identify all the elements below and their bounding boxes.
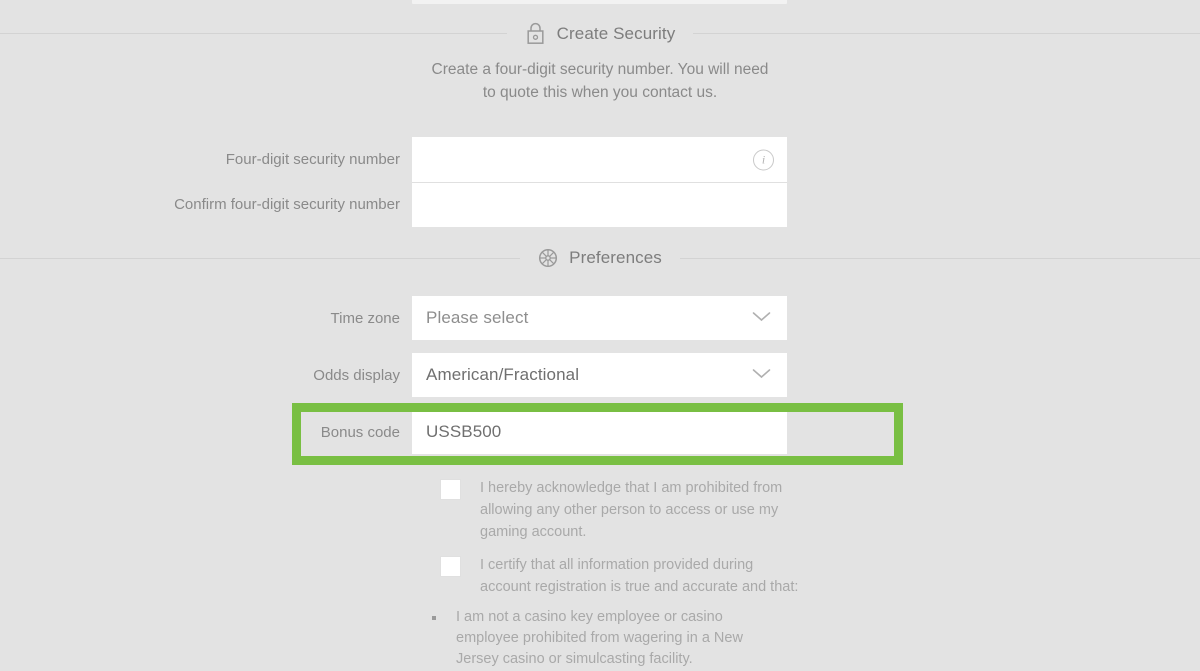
odds-display-select[interactable]: American/Fractional xyxy=(412,353,787,397)
certify-bullet-item: I am not a casino key employee or casino… xyxy=(432,607,792,670)
odds-display-row: Odds display American/Fractional xyxy=(0,353,787,397)
security-description-line-2: to quote this when you contact us. xyxy=(482,84,718,101)
chevron-down-icon[interactable] xyxy=(752,366,771,384)
header-rule-left xyxy=(0,33,507,34)
acknowledge-prohibition-checkbox-row[interactable]: I hereby acknowledge that I am prohibite… xyxy=(440,477,800,543)
registration-form-page: Create Security Create a four-digit secu… xyxy=(0,0,1200,671)
certify-information-checkbox-row[interactable]: I certify that all information provided … xyxy=(440,554,800,598)
preferences-title: Preferences xyxy=(569,248,662,267)
security-description: Create a four-digit security number. You… xyxy=(0,58,1200,104)
preferences-rule-left xyxy=(0,257,521,259)
acknowledge-prohibition-checkbox[interactable] xyxy=(440,479,461,500)
odds-display-value: American/Fractional xyxy=(426,365,580,384)
time-zone-select[interactable]: Please select xyxy=(412,296,787,340)
section-title: Create Security xyxy=(556,23,676,43)
odds-display-label: Odds display xyxy=(313,366,400,384)
preferences-section-header: Preferences xyxy=(0,248,1200,268)
confirm-four-digit-security-number-input[interactable] xyxy=(412,182,787,227)
previous-field-cutoff xyxy=(412,0,787,4)
time-zone-value: Please select xyxy=(426,308,529,327)
certify-information-label: I certify that all information provided … xyxy=(480,557,799,595)
field-divider xyxy=(412,182,787,183)
certify-bullet-text: I am not a casino key employee or casino… xyxy=(456,609,743,667)
confirm-four-digit-security-number-row: Confirm four-digit security number xyxy=(0,182,787,227)
chevron-down-icon[interactable] xyxy=(752,309,771,327)
lock-icon xyxy=(525,22,546,45)
wheel-icon xyxy=(538,248,558,268)
bonus-code-highlight-annotation xyxy=(292,403,903,465)
time-zone-row: Time zone Please select xyxy=(0,296,787,340)
preferences-rule-right xyxy=(679,257,1200,259)
security-description-line-1: Create a four-digit security number. You… xyxy=(431,61,769,78)
four-digit-security-number-row: Four-digit security number i xyxy=(0,137,787,182)
confirm-four-digit-security-number-label: Confirm four-digit security number xyxy=(174,196,400,213)
four-digit-security-number-label: Four-digit security number xyxy=(225,151,400,168)
certify-information-checkbox[interactable] xyxy=(440,556,461,577)
time-zone-label: Time zone xyxy=(330,309,400,327)
info-icon[interactable]: i xyxy=(753,149,774,170)
four-digit-security-number-input[interactable]: i xyxy=(412,137,787,182)
header-rule-right xyxy=(693,33,1200,34)
create-security-section-header: Create Security xyxy=(0,22,1200,45)
acknowledge-prohibition-label: I hereby acknowledge that I am prohibite… xyxy=(480,480,783,540)
